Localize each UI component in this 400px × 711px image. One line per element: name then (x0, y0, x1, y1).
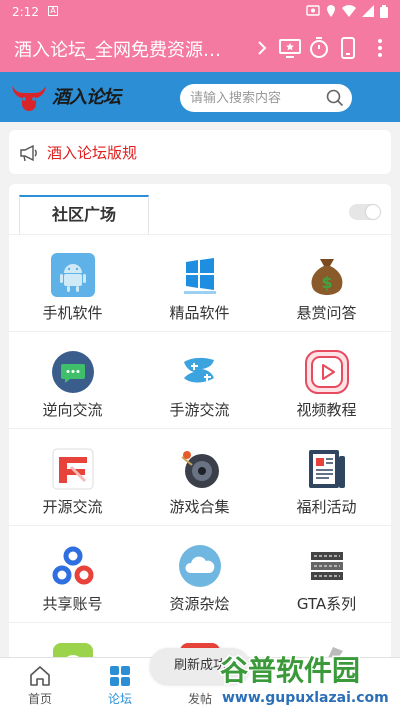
money-bag-icon: $ (311, 259, 343, 295)
grid-item-game-collection[interactable]: 游戏合集 (136, 429, 263, 526)
community-card: 社区广场 手机软件 精品软件 $ 悬赏问答 逆向交流 手游交流 视频教程 开源交… (9, 184, 391, 664)
grid-item-mobile-software[interactable]: 手机软件 (9, 235, 136, 332)
timer-icon[interactable] (307, 36, 331, 60)
grid-item-open-source[interactable]: 开源交流 (9, 429, 136, 526)
grid-item-label: GTA系列 (296, 595, 357, 613)
forum-header: 酒入论坛 (0, 72, 400, 122)
status-time: 2:12 (12, 5, 39, 19)
chat-bubble-icon (52, 351, 94, 393)
video-play-icon (305, 350, 349, 394)
svg-text:$: $ (321, 273, 332, 292)
home-icon (30, 666, 50, 686)
grid-row: 逆向交流 手游交流 视频教程 (9, 331, 391, 428)
nav-label: 论坛 (107, 692, 132, 706)
grid-item-resource-mix[interactable]: 资源杂烩 (136, 526, 263, 623)
grid-row: 开源交流 游戏合集 福利活动 (9, 428, 391, 525)
status-icons (306, 4, 388, 18)
mobile-game-icon (184, 357, 214, 383)
gta-logo-icon (311, 552, 343, 580)
notice-bar[interactable]: 酒入论坛版规 (9, 130, 391, 174)
grid-item-label: 资源杂烩 (169, 595, 230, 613)
grid-item-label: 游戏合集 (169, 498, 230, 516)
nav-label: 首页 (27, 692, 52, 706)
grid-icon (110, 666, 130, 686)
grid-item-mobile-game-exchange[interactable]: 手游交流 (136, 332, 263, 429)
search-input[interactable] (190, 88, 320, 108)
forum-logo[interactable]: 酒入论坛 (10, 81, 121, 113)
grid-item-label: 共享账号 (42, 595, 103, 613)
grid-row: 共享账号 资源杂烩 GTA系列 (9, 525, 391, 622)
grid-row: 手机软件 精品软件 $ 悬赏问答 (9, 234, 391, 331)
svg-text:www.gupuxlazai.com: www.gupuxlazai.com (222, 690, 389, 706)
page-title: 酒入论坛_全网免费资源基... (14, 40, 236, 61)
grid-item-label: 手机软件 (42, 304, 103, 322)
grid-item-label: 手游交流 (169, 401, 230, 419)
grid-item-bounty-qa[interactable]: $ 悬赏问答 (263, 235, 390, 332)
phone-icon[interactable] (336, 36, 360, 60)
grid-item-shared-accounts[interactable]: 共享账号 (9, 526, 136, 623)
app-toolbar: 酒入论坛_全网免费资源基... (0, 24, 400, 72)
grid-item-label: 视频教程 (296, 401, 357, 419)
notice-text: 酒入论坛版规 (47, 144, 138, 162)
game-disc-icon (181, 451, 219, 488)
more-vertical-icon[interactable] (368, 36, 392, 60)
status-bar: 2:12 A (0, 0, 400, 24)
grid-item-premium-software[interactable]: 精品软件 (136, 235, 263, 332)
cloud-icon (179, 545, 221, 587)
notification-a-icon: A (48, 6, 58, 16)
grid-item-gta-series[interactable]: GTA系列 (263, 526, 390, 623)
grid-item-label: 悬赏问答 (296, 304, 357, 322)
grid-item-welfare-events[interactable]: 福利活动 (263, 429, 390, 526)
forward-icon[interactable] (250, 36, 274, 60)
nav-forum[interactable]: 论坛 (80, 658, 160, 711)
megaphone-icon (20, 144, 37, 162)
logo-text: 酒入论坛 (52, 87, 121, 108)
grid-item-label: 逆向交流 (42, 401, 103, 419)
search-box[interactable] (180, 84, 352, 112)
windows-icon (184, 258, 216, 294)
bull-head-icon (12, 86, 46, 111)
grid-item-label: 福利活动 (296, 498, 357, 516)
open-source-icon (52, 448, 94, 490)
nav-home[interactable]: 首页 (0, 658, 80, 711)
grid-item-label: 开源交流 (42, 498, 103, 516)
newspaper-icon (309, 450, 345, 488)
wifi-icon (342, 5, 356, 17)
battery-icon (380, 4, 388, 18)
tab-community-square[interactable]: 社区广场 (19, 195, 149, 235)
svg-text:谷普软件园: 谷普软件园 (220, 654, 360, 687)
site-watermark: 谷普软件园 www.gupuxlazai.com (219, 653, 390, 708)
desktop-mode-icon[interactable] (278, 36, 302, 60)
toggle-knob (366, 205, 380, 219)
signal-icon (362, 5, 374, 17)
location-icon (327, 5, 335, 17)
grid-item-reverse-exchange[interactable]: 逆向交流 (9, 332, 136, 429)
share-network-icon (52, 546, 94, 585)
search-icon[interactable] (326, 89, 344, 107)
android-icon (51, 253, 95, 297)
cast-icon (306, 5, 320, 16)
grid-item-label: 精品软件 (169, 304, 230, 322)
view-toggle[interactable] (349, 204, 381, 220)
grid-item-video-tutorial[interactable]: 视频教程 (263, 332, 390, 429)
